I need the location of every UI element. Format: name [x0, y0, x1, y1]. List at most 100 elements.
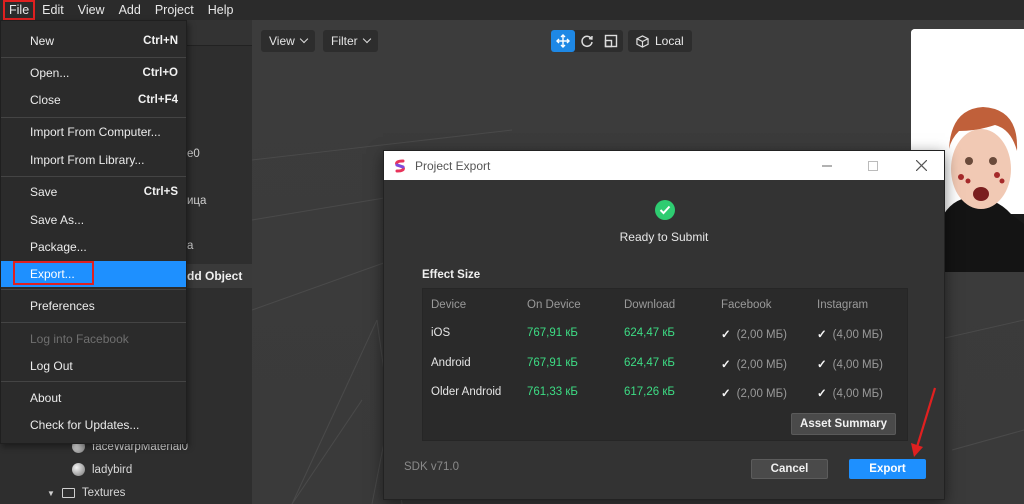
- row-on-device: 761,33 кБ: [527, 386, 578, 398]
- menu-item-shortcut: Ctrl+N: [143, 35, 178, 47]
- chevron-down-icon: [362, 34, 371, 44]
- menu-item-label: Import From Computer...: [30, 125, 161, 139]
- row-download: 624,47 кБ: [624, 357, 675, 369]
- add-object-button[interactable]: dd Object: [187, 264, 252, 288]
- menu-item-label: Package...: [30, 240, 87, 254]
- menu-item-about[interactable]: About: [1, 385, 186, 411]
- menu-item-open[interactable]: Open... Ctrl+O: [1, 60, 186, 86]
- menu-separator: [1, 117, 186, 118]
- row-on-device: 767,91 кБ: [527, 357, 578, 369]
- checkmark-icon: ✓: [721, 388, 731, 400]
- menu-file[interactable]: File: [3, 0, 36, 20]
- scene-item-fragment: ица: [187, 195, 207, 207]
- asset-summary-button[interactable]: Asset Summary: [791, 413, 896, 435]
- dialog-titlebar[interactable]: Project Export: [384, 151, 944, 180]
- minimize-button[interactable]: [804, 151, 850, 180]
- menu-help[interactable]: Help: [201, 0, 241, 20]
- file-menu-dropdown: New Ctrl+N Open... Ctrl+O Close Ctrl+F4 …: [0, 20, 187, 444]
- facebook-limit: (2,00 МБ): [736, 359, 788, 371]
- menu-item-label: Check for Updates...: [30, 418, 140, 432]
- success-check-icon: [655, 200, 675, 220]
- menu-item-import-from-computer[interactable]: Import From Computer...: [1, 119, 186, 145]
- menu-separator: [1, 289, 186, 290]
- row-device: iOS: [431, 327, 451, 339]
- menu-item-label: Open...: [30, 66, 70, 80]
- checkmark-icon: ✓: [817, 329, 827, 341]
- menu-separator: [1, 57, 186, 58]
- status-text: Ready to Submit: [619, 230, 709, 244]
- menu-separator: [1, 381, 186, 382]
- facebook-limit: (2,00 МБ): [736, 329, 788, 341]
- expand-triangle-icon[interactable]: ▼: [47, 489, 55, 498]
- menu-item-shortcut: Ctrl+O: [142, 67, 178, 79]
- cube-icon: [636, 34, 649, 48]
- tree-item-label: Textures: [81, 487, 126, 499]
- minimize-icon: [822, 165, 832, 166]
- scene-item-fragment: a: [187, 240, 194, 252]
- column-header: Instagram: [817, 299, 869, 311]
- effect-size-table: Device On Device Download Facebook Insta…: [422, 288, 908, 441]
- row-facebook: ✓ (2,00 МБ): [721, 327, 787, 341]
- menu-item-save[interactable]: Save Ctrl+S: [1, 179, 186, 205]
- scale-tool-button[interactable]: [599, 30, 623, 52]
- cancel-button[interactable]: Cancel: [751, 459, 828, 479]
- menu-separator: [1, 322, 186, 323]
- row-instagram: ✓ (4,00 МБ): [817, 357, 883, 371]
- menu-item-shortcut: Ctrl+S: [143, 186, 178, 198]
- menu-item-check-for-updates[interactable]: Check for Updates...: [1, 412, 186, 438]
- effect-size-heading: Effect Size: [422, 269, 481, 281]
- menu-item-label: Import From Library...: [30, 153, 145, 167]
- sdk-version: SDK v71.0: [404, 461, 459, 473]
- maximize-button[interactable]: [850, 151, 896, 180]
- column-header: Device: [431, 299, 467, 311]
- row-on-device: 767,91 кБ: [527, 327, 578, 339]
- menu-item-package[interactable]: Package...: [1, 234, 186, 260]
- filter-dropdown[interactable]: Filter: [323, 30, 378, 52]
- menu-bar: File Edit View Add Project Help: [0, 0, 1024, 20]
- menu-item-save-as[interactable]: Save As...: [1, 207, 186, 233]
- menu-item-label: Save: [30, 185, 58, 199]
- menu-item-preferences[interactable]: Preferences: [1, 293, 186, 319]
- menu-item-label: About: [30, 391, 62, 405]
- column-header: Download: [624, 299, 676, 311]
- menu-separator: [1, 176, 186, 177]
- facebook-limit: (2,00 МБ): [736, 388, 788, 400]
- view-dropdown[interactable]: View: [261, 30, 315, 52]
- export-button[interactable]: Export: [849, 459, 926, 479]
- row-download: 617,26 кБ: [624, 386, 675, 398]
- tree-item-ladybird[interactable]: ladybird: [72, 463, 132, 476]
- row-facebook: ✓ (2,00 МБ): [721, 357, 787, 371]
- view-dropdown-label: View: [269, 34, 295, 48]
- scene-item-fragment: e0: [187, 148, 200, 160]
- folder-icon: [61, 488, 75, 498]
- local-toggle[interactable]: Local: [628, 30, 692, 52]
- menu-project[interactable]: Project: [148, 0, 201, 20]
- menu-item-label: Log into Facebook: [30, 332, 129, 346]
- menu-item-label: New: [30, 34, 55, 48]
- menu-view[interactable]: View: [71, 0, 112, 20]
- column-header: Facebook: [721, 299, 772, 311]
- checkmark-icon: ✓: [817, 388, 827, 400]
- move-icon: [556, 34, 570, 48]
- menu-item-close[interactable]: Close Ctrl+F4: [1, 87, 186, 113]
- project-export-dialog: Project Export Ready to Submit Effect Si…: [383, 150, 945, 500]
- menu-item-log-out[interactable]: Log Out: [1, 353, 186, 379]
- column-header: On Device: [527, 299, 581, 311]
- rotate-tool-button[interactable]: [575, 30, 599, 52]
- tree-item-textures[interactable]: ▼ Textures: [47, 487, 125, 499]
- checkmark-icon: ✓: [721, 359, 731, 371]
- checkmark-icon: ✓: [721, 329, 731, 341]
- sphere-icon: [72, 463, 85, 476]
- menu-item-import-from-library[interactable]: Import From Library...: [1, 147, 186, 173]
- instagram-limit: (4,00 МБ): [832, 388, 884, 400]
- scale-icon: [604, 34, 618, 48]
- maximize-icon: [868, 160, 878, 171]
- menu-item-label: Preferences: [30, 299, 95, 313]
- menu-add[interactable]: Add: [112, 0, 148, 20]
- menu-edit[interactable]: Edit: [35, 0, 71, 20]
- close-button[interactable]: [898, 151, 944, 180]
- menu-item-new[interactable]: New Ctrl+N: [1, 28, 186, 54]
- transform-tools: [551, 30, 623, 52]
- menu-item-label: Close: [30, 93, 61, 107]
- move-tool-button[interactable]: [551, 30, 575, 52]
